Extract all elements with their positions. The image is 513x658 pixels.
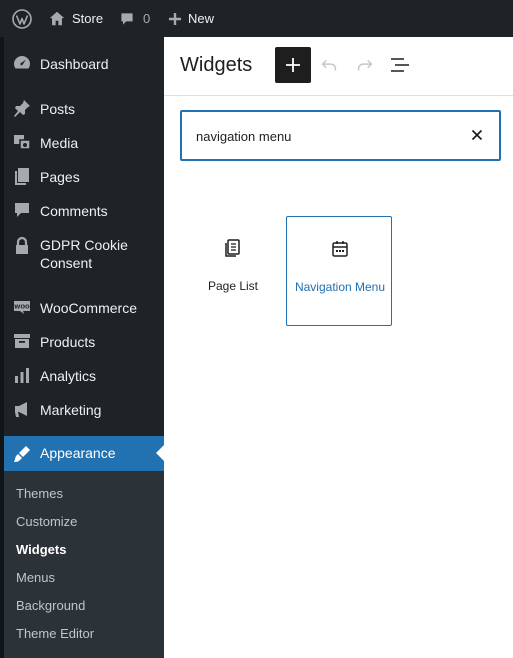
- widgets-editor: Widgets Page List Navigation Menu: [164, 37, 513, 658]
- sidebar-item-woocommerce[interactable]: WOO WooCommerce: [4, 297, 164, 319]
- sidebar-item-marketing[interactable]: Marketing: [4, 399, 164, 421]
- block-inserter-toggle-button[interactable]: [275, 47, 311, 83]
- bar-chart-icon: [15, 368, 29, 383]
- sidebar-item-analytics[interactable]: Analytics: [4, 365, 164, 387]
- submenu-item-themes[interactable]: Themes: [16, 486, 63, 502]
- site-name-label: Store: [72, 11, 104, 26]
- sidebar-item-label: Pages: [40, 169, 80, 185]
- pushpin-icon: [14, 100, 30, 117]
- sidebar-item-label: Products: [40, 334, 96, 350]
- woo-icon: WOO: [14, 301, 30, 314]
- undo-button[interactable]: [317, 53, 341, 77]
- sidebar-item-label: Media: [40, 135, 79, 151]
- comments-count: 0: [143, 11, 151, 26]
- sidebar-item-label: Analytics: [40, 368, 97, 384]
- sidebar-item-appearance[interactable]: Appearance: [4, 436, 164, 471]
- submenu-item-theme-editor[interactable]: Theme Editor: [16, 626, 94, 642]
- svg-text:WOO: WOO: [14, 305, 30, 311]
- lock-icon: [16, 236, 28, 254]
- sidebar-item-label: WooCommerce: [40, 300, 137, 316]
- appearance-submenu: Themes Customize Widgets Menus Backgroun…: [4, 471, 164, 658]
- page-list-icon: [225, 239, 240, 257]
- plus-icon: [286, 58, 300, 72]
- editor-header: Widgets: [164, 37, 513, 96]
- sidebar-item-dashboard[interactable]: Dashboard: [4, 53, 164, 75]
- pages-icon: [15, 168, 29, 185]
- site-name-link[interactable]: Store: [48, 0, 103, 37]
- list-view-icon: [391, 58, 409, 72]
- new-content-link[interactable]: New: [168, 0, 214, 37]
- wordpress-logo-icon[interactable]: [12, 9, 32, 29]
- home-icon: [49, 11, 65, 25]
- sidebar-item-label: GDPR Cookie Consent: [40, 237, 128, 271]
- sidebar-item-media[interactable]: Media: [4, 132, 164, 154]
- block-item-page-list[interactable]: Page List: [180, 216, 286, 326]
- sidebar-item-pages[interactable]: Pages: [4, 166, 164, 188]
- redo-button[interactable]: [353, 53, 377, 77]
- block-search-box: [180, 110, 501, 161]
- page-title: Widgets: [180, 54, 253, 76]
- block-search-input[interactable]: [196, 126, 456, 146]
- admin-bar: Store 0 New: [0, 0, 513, 37]
- sidebar-item-label: Appearance: [40, 445, 116, 461]
- sidebar-item-comments[interactable]: Comments: [4, 200, 164, 222]
- sidebar-item-label: Marketing: [40, 402, 102, 418]
- new-label: New: [188, 11, 215, 26]
- block-item-label: Page List: [207, 279, 259, 293]
- plus-icon: [169, 12, 181, 25]
- sidebar-item-label: Comments: [40, 203, 108, 219]
- media-icon: [14, 135, 31, 150]
- list-view-button[interactable]: [388, 53, 412, 77]
- current-menu-arrow: [156, 445, 164, 461]
- redo-icon: [357, 59, 373, 71]
- submenu-item-menus[interactable]: Menus: [16, 570, 55, 586]
- sidebar-item-gdpr-cookie-consent[interactable]: GDPR Cookie Consent: [4, 234, 164, 274]
- comments-link[interactable]: 0: [119, 0, 150, 37]
- dashboard-icon: [14, 56, 30, 69]
- block-item-label: Navigation Menu: [294, 280, 386, 294]
- comment-bubble-icon: [121, 12, 133, 25]
- submenu-item-background[interactable]: Background: [16, 598, 85, 614]
- comment-icon: [15, 203, 29, 217]
- sidebar-item-label: Dashboard: [40, 56, 109, 72]
- submenu-item-widgets[interactable]: Widgets: [16, 542, 66, 558]
- block-item-navigation-menu[interactable]: Navigation Menu: [286, 216, 392, 326]
- sidebar-item-posts[interactable]: Posts: [4, 98, 164, 120]
- close-icon[interactable]: [469, 127, 485, 143]
- navigation-menu-icon: [332, 241, 348, 257]
- megaphone-icon: [15, 402, 27, 417]
- paintbrush-icon: [14, 446, 30, 462]
- sidebar-item-products[interactable]: Products: [4, 331, 164, 353]
- undo-icon: [321, 59, 337, 71]
- submenu-item-customize[interactable]: Customize: [16, 514, 77, 530]
- admin-sidebar: Dashboard Posts Media Pages Comments GDP…: [0, 37, 164, 658]
- archive-icon: [14, 334, 30, 348]
- sidebar-item-label: Posts: [40, 101, 76, 117]
